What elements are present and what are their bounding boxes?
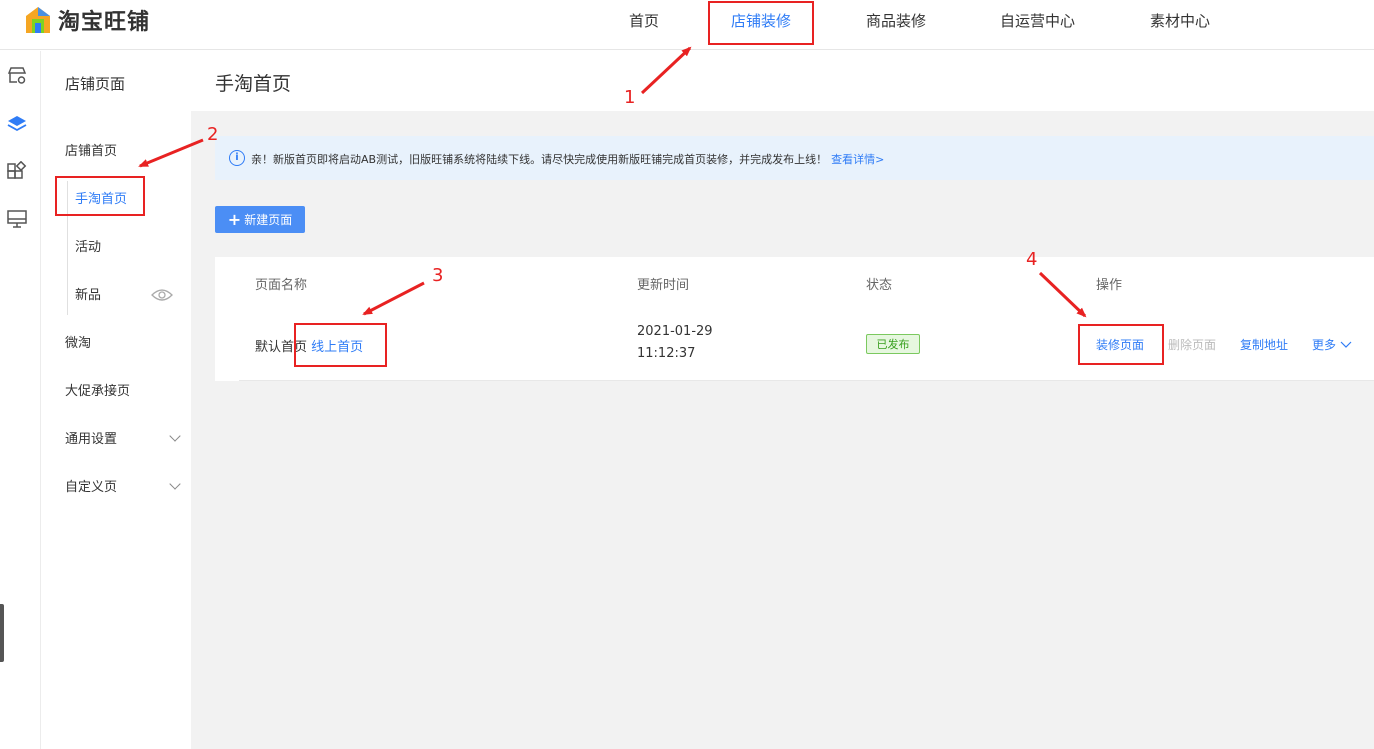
modules-icon[interactable] [6, 160, 28, 183]
sidebar-item-custom-pages[interactable]: 自定义页 [65, 476, 117, 495]
row-divider [239, 380, 1374, 381]
nav-product-decoration[interactable]: 商品装修 [866, 10, 926, 31]
eye-icon[interactable] [151, 287, 173, 306]
notice-details-link[interactable]: 查看详情> [831, 153, 884, 166]
nav-self-operation-center[interactable]: 自运营中心 [1000, 10, 1075, 31]
annotation-number-3: 3 [432, 265, 444, 286]
chevron-down-icon[interactable] [169, 430, 181, 442]
pages-table: 页面名称 更新时间 状态 操作 默认首页 线上首页 2021-01-29 11:… [215, 257, 1374, 381]
chevron-down-icon[interactable] [169, 478, 181, 490]
layers-icon[interactable] [6, 113, 28, 135]
column-header-actions: 操作 [1096, 278, 1123, 293]
sidebar-item-general-settings[interactable]: 通用设置 [65, 428, 117, 447]
column-header-updated: 更新时间 [637, 278, 690, 293]
chevron-down-icon [1336, 338, 1352, 352]
page-sidebar: 店铺页面 店铺首页 手淘首页 活动 新品 微淘 大促承接页 通用设置 自定义页 [41, 51, 191, 749]
notice-text: 亲！新版首页即将启动AB测试，旧版旺铺系统将陆续下线。请尽快完成使用新版旺铺完成… [251, 151, 884, 167]
notice-message: 亲！新版首页即将启动AB测试，旧版旺铺系统将陆续下线。请尽快完成使用新版旺铺完成… [251, 153, 828, 166]
status-badge: 已发布 [866, 334, 920, 354]
top-header: 淘宝旺铺 首页 店铺装修 商品装修 自运营中心 素材中心 [0, 0, 1374, 50]
sidebar-item-promo-landing[interactable]: 大促承接页 [65, 380, 130, 399]
monitor-icon[interactable] [6, 208, 28, 230]
plus-icon: + [227, 209, 242, 229]
main-content: i 亲！新版首页即将启动AB测试，旧版旺铺系统将陆续下线。请尽快完成使用新版旺铺… [191, 111, 1374, 749]
logo[interactable]: 淘宝旺铺 [24, 4, 150, 36]
sidebar-item-new-products[interactable]: 新品 [75, 284, 101, 303]
store-settings-icon[interactable] [6, 65, 28, 87]
annotation-number-2: 2 [207, 124, 219, 145]
new-page-button[interactable]: + 新建页面 [215, 206, 305, 233]
notice-banner: i 亲！新版首页即将启动AB测试，旧版旺铺系统将陆续下线。请尽快完成使用新版旺铺… [215, 136, 1374, 180]
icon-rail [0, 51, 41, 749]
sidebar-item-store-home[interactable]: 店铺首页 [65, 140, 117, 159]
annotation-box-2 [55, 176, 145, 216]
sidebar-item-weitao[interactable]: 微淘 [65, 332, 91, 351]
annotation-number-1: 1 [624, 87, 636, 108]
annotation-box-4 [1078, 324, 1164, 365]
delete-page-button: 删除页面 [1168, 338, 1217, 352]
store-logo-icon [24, 5, 52, 35]
annotation-number-4: 4 [1026, 249, 1038, 270]
copy-url-button[interactable]: 复制地址 [1240, 336, 1288, 353]
updated-time: 11:12:37 [637, 346, 696, 361]
annotation-box-1 [708, 1, 814, 45]
page-header: 手淘首页 [191, 51, 1374, 111]
new-page-button-label: 新建页面 [244, 213, 293, 227]
column-header-name: 页面名称 [255, 278, 308, 293]
nav-material-center[interactable]: 素材中心 [1150, 10, 1210, 31]
logo-text: 淘宝旺铺 [58, 10, 151, 35]
sidebar-item-activity[interactable]: 活动 [75, 236, 101, 255]
rail-collapse-handle[interactable] [0, 604, 4, 662]
info-icon: i [229, 150, 245, 166]
page-title: 手淘首页 [215, 73, 292, 95]
column-header-status: 状态 [866, 278, 893, 293]
more-button[interactable]: 更多 [1312, 336, 1352, 353]
updated-date: 2021-01-29 [637, 324, 713, 339]
annotation-box-3 [294, 323, 387, 367]
more-label: 更多 [1312, 338, 1337, 352]
sidebar-title: 店铺页面 [65, 75, 126, 93]
nav-home[interactable]: 首页 [629, 10, 659, 31]
